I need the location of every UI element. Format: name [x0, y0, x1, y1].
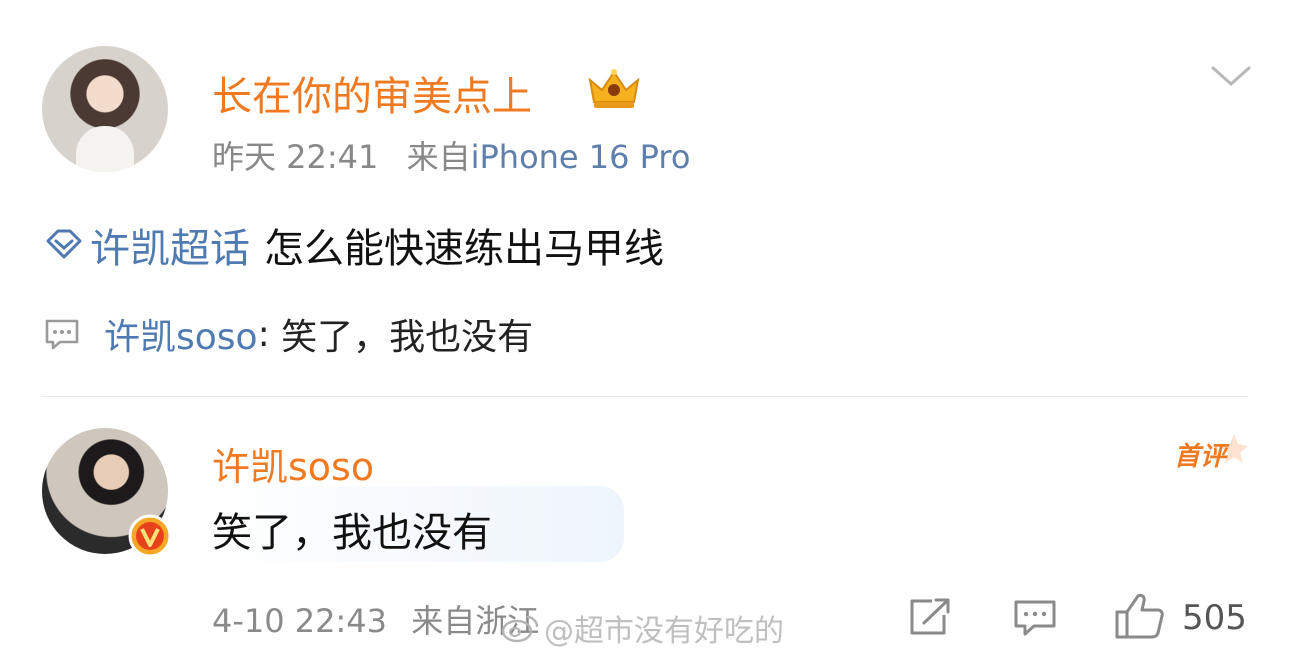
like-icon[interactable] — [1114, 592, 1166, 640]
post-device[interactable]: iPhone 16 Pro — [471, 138, 691, 176]
comment-meta: 4-10 22:43 来自浙江 — [212, 596, 539, 642]
first-comment-badge: 首评 — [1174, 434, 1248, 472]
preview-text: 笑了，我也没有 — [281, 317, 534, 358]
post-source-prefix: 来自 — [406, 138, 471, 176]
like-count: 505 — [1182, 598, 1247, 638]
crown-icon — [588, 69, 640, 108]
divider — [42, 396, 1248, 397]
comment-icon — [45, 319, 79, 350]
repost-icon[interactable] — [908, 597, 952, 637]
post-time: 昨天 22:41 — [212, 138, 379, 176]
chevron-down-icon[interactable] — [1210, 62, 1252, 90]
supertopic-icon — [46, 229, 82, 259]
post-meta: 昨天 22:41 来自iPhone 16 Pro — [212, 132, 690, 178]
comment-time: 4-10 22:43 — [212, 602, 388, 640]
reply-icon[interactable] — [1012, 598, 1058, 638]
verified-icon — [128, 514, 172, 558]
post-author-name[interactable]: 长在你的审美点上 — [212, 64, 532, 122]
post-author-avatar[interactable] — [42, 46, 168, 172]
watermark-text: @超市没有好吃的 — [544, 614, 784, 649]
weibo-logo-icon — [501, 615, 539, 643]
preview-separator: : — [257, 313, 282, 355]
comment-preview[interactable]: 许凯soso: 笑了，我也没有 — [44, 308, 533, 360]
watermark: @超市没有好吃的 — [500, 606, 784, 650]
preview-username[interactable]: 许凯soso — [104, 308, 258, 360]
post-text: 怎么能快速练出马甲线 — [264, 226, 664, 272]
comment-text: 笑了，我也没有 — [212, 510, 492, 556]
first-comment-label: 首评 — [1174, 442, 1230, 472]
supertopic-link[interactable]: 许凯超话 — [90, 216, 250, 274]
commenter-username[interactable]: 许凯soso — [212, 436, 374, 491]
post-body: 许凯超话 怎么能快速练出马甲线 — [44, 216, 664, 274]
